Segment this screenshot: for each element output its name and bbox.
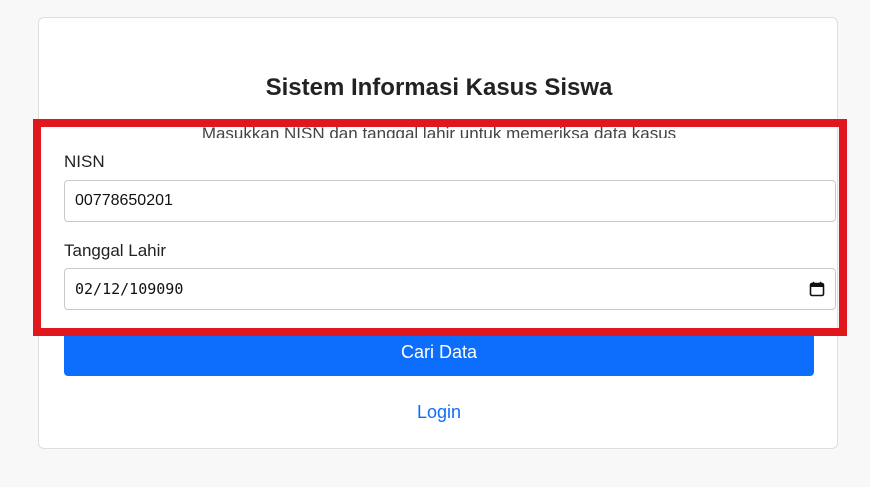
calendar-icon[interactable] [809,281,825,297]
dob-label: Tanggal Lahir [64,241,167,260]
dob-input-value: 02/12/109090 [75,280,184,298]
nisn-input-value: 00778650201 [75,192,173,209]
search-card: Sistem Informasi Kasus Siswa Masukkan NI… [38,17,838,449]
search-button[interactable]: Cari Data [64,329,814,376]
nisn-label: NISN [64,152,105,171]
page-title: Sistem Informasi Kasus Siswa [265,74,613,101]
dob-input[interactable]: 02/12/109090 [64,268,836,310]
login-link[interactable]: Login [39,402,839,423]
page-subtitle: Masukkan NISN dan tanggal lahir untuk me… [201,124,677,138]
nisn-input[interactable]: 00778650201 [64,180,836,222]
